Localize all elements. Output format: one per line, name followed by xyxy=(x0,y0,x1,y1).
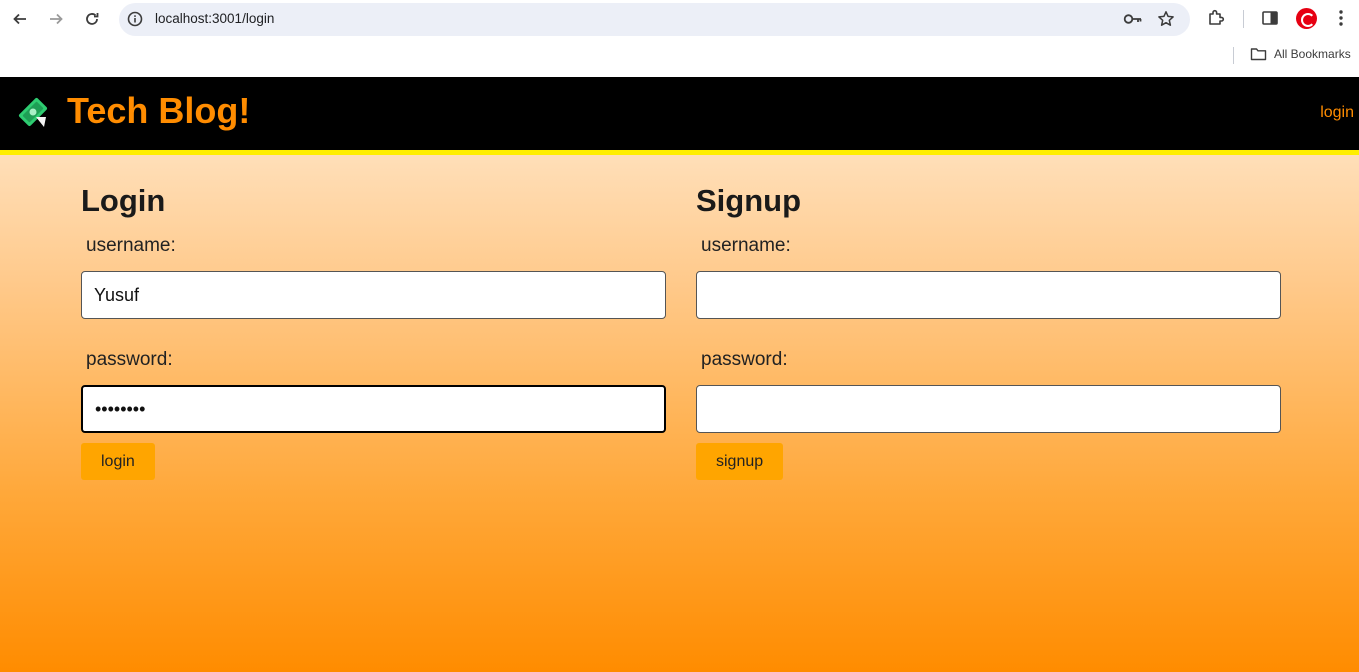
all-bookmarks-label: All Bookmarks xyxy=(1274,47,1351,61)
login-heading: Login xyxy=(81,183,166,218)
signup-password-label: password: xyxy=(701,349,788,370)
side-panel-icon[interactable] xyxy=(1260,8,1280,28)
info-icon[interactable] xyxy=(127,11,143,27)
login-button[interactable]: login xyxy=(81,443,155,480)
bookmarks-divider xyxy=(1233,47,1234,64)
url-text[interactable]: localhost:3001/login xyxy=(155,11,274,26)
back-button[interactable] xyxy=(7,6,33,32)
reload-icon xyxy=(86,13,99,25)
site-title: Tech Blog! xyxy=(67,90,251,131)
signup-heading: Signup xyxy=(696,183,802,218)
key-icon[interactable] xyxy=(1123,11,1143,27)
arrow-right-icon xyxy=(50,13,63,25)
all-bookmarks-button[interactable]: All Bookmarks xyxy=(1250,47,1351,61)
login-password-input[interactable] xyxy=(81,385,666,433)
reload-button[interactable] xyxy=(79,6,105,32)
extensions-icon[interactable] xyxy=(1206,8,1226,28)
logo-icon xyxy=(18,97,48,127)
arrow-left-icon xyxy=(13,13,26,25)
address-bar[interactable]: localhost:3001/login xyxy=(119,3,1190,36)
signup-password-input[interactable] xyxy=(696,385,1281,433)
browser-chrome: localhost:3001/login All Bookmarks xyxy=(0,0,1359,77)
login-form: Login username: password: login xyxy=(81,183,666,480)
login-password-label: password: xyxy=(86,349,173,370)
signup-form: Signup username: password: signup xyxy=(696,183,1281,480)
star-icon[interactable] xyxy=(1157,10,1175,28)
profile-avatar[interactable] xyxy=(1296,8,1317,29)
header-login-link[interactable]: login xyxy=(1320,104,1354,122)
login-username-input[interactable] xyxy=(81,271,666,319)
signup-username-input[interactable] xyxy=(696,271,1281,319)
site-header: Tech Blog! login xyxy=(0,77,1359,155)
menu-kebab-icon[interactable] xyxy=(1333,8,1349,28)
signup-button[interactable]: signup xyxy=(696,443,784,480)
folder-icon xyxy=(1250,48,1267,61)
page-body: Tech Blog! login Login username: passwor… xyxy=(0,77,1359,672)
login-username-label: username: xyxy=(86,235,176,256)
forward-button[interactable] xyxy=(43,6,69,32)
signup-username-label: username: xyxy=(701,235,791,256)
toolbar-divider xyxy=(1243,10,1244,28)
